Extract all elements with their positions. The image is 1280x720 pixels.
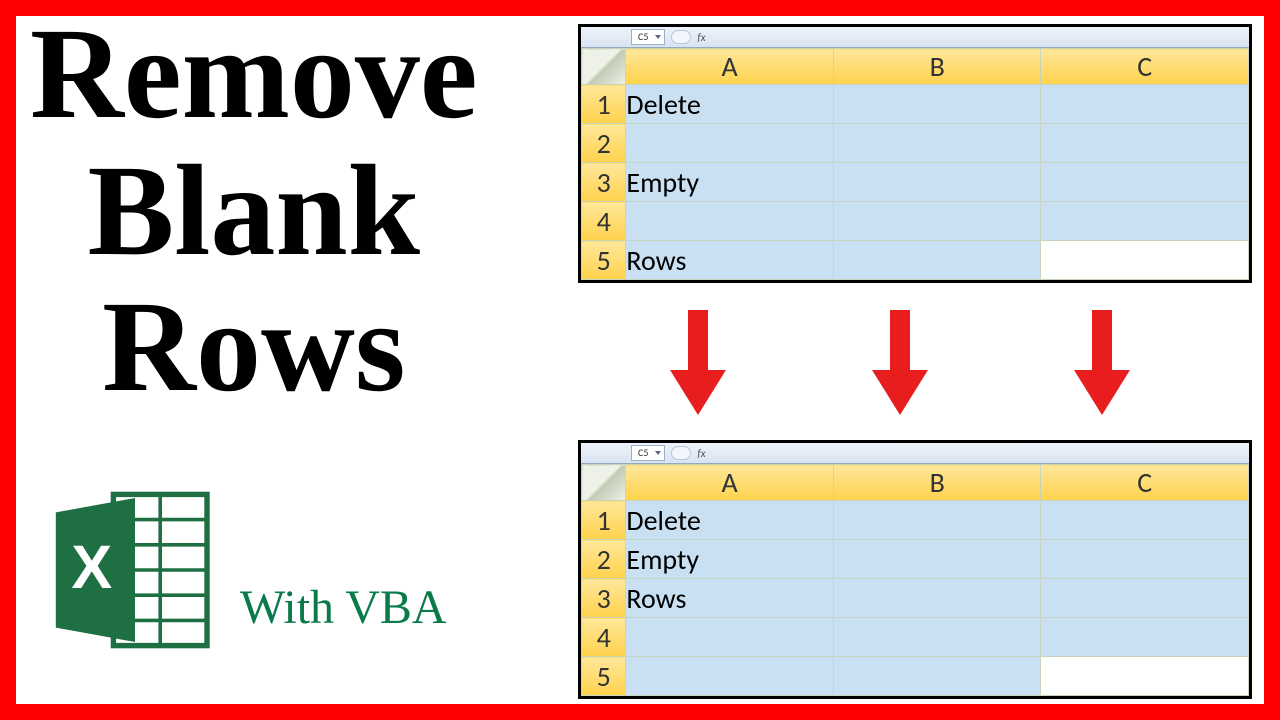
cell[interactable] [833,241,1041,280]
row-header[interactable]: 2 [582,540,626,579]
cell[interactable] [833,540,1041,579]
fx-label: fx [697,447,705,460]
row-header[interactable]: 5 [582,241,626,280]
title-line-3: Rows [30,279,478,416]
grid-before: A B C 1 Delete 2 3 Empty 4 5 Rows [581,48,1249,280]
down-arrow-icon [1082,310,1122,420]
cell[interactable] [833,85,1041,124]
col-header-b[interactable]: B [833,465,1041,501]
cell[interactable] [833,202,1041,241]
cell[interactable] [1041,163,1249,202]
col-header-c[interactable]: C [1041,49,1249,85]
row-header[interactable]: 1 [582,501,626,540]
row-header[interactable]: 3 [582,579,626,618]
cell[interactable] [626,124,834,163]
down-arrow-icon [880,310,920,420]
fx-label: fx [697,31,705,44]
name-bar: C5 fx [581,443,1249,464]
cell[interactable]: Delete [626,501,834,540]
grid-after: A B C 1 Delete 2 Empty 3 Rows 4 5 [581,464,1249,696]
name-box[interactable]: C5 [631,445,665,461]
cell[interactable] [833,501,1041,540]
cell[interactable]: Delete [626,85,834,124]
row-header[interactable]: 1 [582,85,626,124]
main-title: Remove Blank Rows [30,6,478,416]
cell[interactable]: Empty [626,540,834,579]
row-header[interactable]: 5 [582,657,626,696]
fx-pill[interactable] [671,446,691,460]
cell[interactable]: Rows [626,241,834,280]
active-cell[interactable] [1041,241,1249,280]
fx-pill[interactable] [671,30,691,44]
cell[interactable] [1041,501,1249,540]
subtitle-text: With VBA [240,580,447,635]
cell[interactable] [1041,124,1249,163]
cell[interactable] [626,202,834,241]
cell[interactable] [833,579,1041,618]
row-header[interactable]: 3 [582,163,626,202]
cell[interactable] [626,657,834,696]
row-header[interactable]: 2 [582,124,626,163]
col-header-a[interactable]: A [626,465,834,501]
name-bar: C5 fx [581,27,1249,48]
cell[interactable] [833,657,1041,696]
cell[interactable] [1041,579,1249,618]
title-line-1: Remove [30,6,478,143]
cell[interactable] [833,163,1041,202]
cell[interactable] [1041,540,1249,579]
cell[interactable] [833,124,1041,163]
cell[interactable] [1041,618,1249,657]
excel-icon: X [45,480,225,660]
row-header[interactable]: 4 [582,202,626,241]
spreadsheet-after: C5 fx A B C 1 Delete 2 Empty 3 Rows 4 [578,440,1252,699]
cell[interactable] [833,618,1041,657]
cell[interactable] [1041,85,1249,124]
svg-text:X: X [71,533,112,601]
active-cell[interactable] [1041,657,1249,696]
col-header-b[interactable]: B [833,49,1041,85]
col-header-a[interactable]: A [626,49,834,85]
cell[interactable]: Empty [626,163,834,202]
row-header[interactable]: 4 [582,618,626,657]
select-all-corner[interactable] [582,49,626,85]
cell[interactable] [1041,202,1249,241]
select-all-corner[interactable] [582,465,626,501]
spreadsheet-before: C5 fx A B C 1 Delete 2 3 Empty 4 [578,24,1252,283]
cell[interactable] [626,618,834,657]
col-header-c[interactable]: C [1041,465,1249,501]
down-arrow-icon [678,310,718,420]
title-line-2: Blank [30,143,478,280]
cell[interactable]: Rows [626,579,834,618]
name-box[interactable]: C5 [631,29,665,45]
